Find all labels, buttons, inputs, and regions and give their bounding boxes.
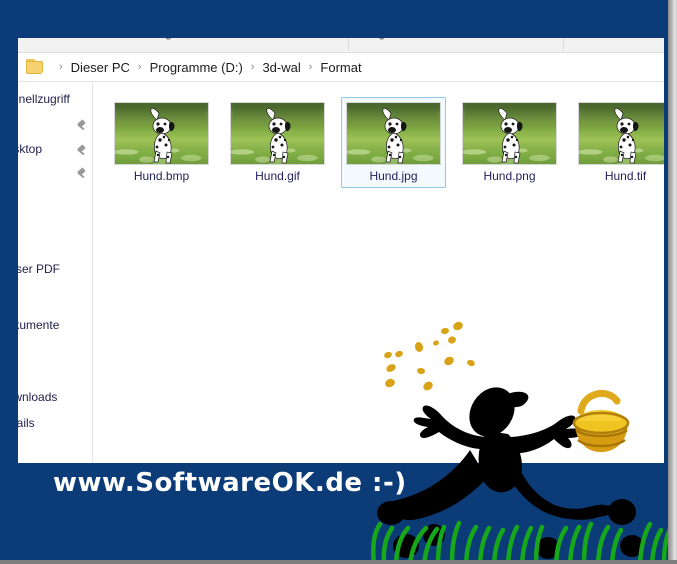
explorer-body: Schnellzugriff Desktop Dieser PDF Dokume… — [18, 82, 664, 463]
file-label: Hund.jpg — [369, 169, 418, 183]
sidebar-item-desktop[interactable]: Desktop — [18, 142, 42, 156]
sidebar-item-dieser-pdf[interactable]: Dieser PDF — [18, 262, 60, 276]
dog-thumbnail-graphic — [381, 107, 406, 164]
dog-thumbnail-graphic — [149, 107, 174, 164]
file-label: Hund.bmp — [133, 169, 190, 183]
file-item-hund-tif[interactable]: Hund.tif — [573, 97, 664, 188]
file-item-hund-gif[interactable]: Hund.gif — [225, 97, 330, 188]
file-item-hund-jpg[interactable]: Hund.jpg — [341, 97, 446, 188]
ribbon-group-organize[interactable]: Organisieren — [318, 38, 478, 40]
ribbon-separator — [348, 38, 349, 51]
pin-icon[interactable] — [76, 120, 88, 132]
thumbnail-image — [230, 102, 325, 165]
sidebar-item-downloads[interactable]: Downloads — [18, 390, 57, 404]
breadcrumb-item-programme[interactable]: Programme (D:) — [149, 60, 244, 75]
file-list-pane[interactable]: Hund.bmp Hund.gif Hund.jpg Hund.png Hund… — [93, 82, 664, 463]
ribbon-group-strip: Zwischenablage Organisieren Neu — [18, 38, 664, 53]
dog-thumbnail-graphic — [613, 107, 638, 164]
breadcrumb[interactable]: › Dieser PC › Programme (D:) › 3d-wal › … — [18, 53, 664, 82]
dog-thumbnail-graphic — [265, 107, 290, 164]
navigation-pane: Schnellzugriff Desktop Dieser PDF Dokume… — [18, 82, 93, 463]
file-label: Hund.gif — [255, 169, 300, 183]
sidebar-item-schnellzugriff[interactable]: Schnellzugriff — [18, 92, 70, 106]
watermark-text: www.SoftwareOK.de :-) — [53, 468, 407, 498]
breadcrumb-separator: › — [250, 61, 255, 73]
thumbnail-image — [346, 102, 441, 165]
flower-silhouettes — [377, 499, 644, 559]
file-label: Hund.tif — [604, 169, 647, 183]
ribbon-group-new[interactable]: Neu — [573, 38, 633, 40]
sidebar-item-details[interactable]: Details — [18, 416, 35, 430]
ribbon-group-clipboard[interactable]: Zwischenablage — [58, 38, 218, 40]
file-label: Hund.png — [483, 169, 536, 183]
window-frame-right-edge — [668, 0, 677, 564]
pin-icon[interactable] — [76, 145, 88, 157]
window-frame-bottom-edge — [0, 560, 677, 564]
dog-thumbnail-graphic — [497, 107, 522, 164]
breadcrumb-separator: › — [308, 61, 313, 73]
grass-and-flowers — [371, 499, 673, 564]
thumbnail-image — [462, 102, 557, 165]
thumbnail-image — [114, 102, 209, 165]
breadcrumb-item-format[interactable]: Format — [319, 60, 362, 75]
breadcrumb-item-dieser-pc[interactable]: Dieser PC — [70, 60, 131, 75]
breadcrumb-separator: › — [59, 61, 63, 73]
pin-icon[interactable] — [76, 168, 88, 180]
sidebar-item-dokumente[interactable]: Dokumente — [18, 318, 59, 332]
file-item-hund-bmp[interactable]: Hund.bmp — [109, 97, 214, 188]
file-item-hund-png[interactable]: Hund.png — [457, 97, 562, 188]
breadcrumb-item-3d-wal[interactable]: 3d-wal — [261, 60, 301, 75]
file-grid: Hund.bmp Hund.gif Hund.jpg Hund.png Hund… — [109, 97, 664, 188]
thumbnail-image — [578, 102, 664, 165]
ribbon-separator — [563, 38, 564, 51]
grass-blades — [371, 520, 673, 564]
breadcrumb-separator: › — [137, 61, 142, 73]
screenshot-stage: Zwischenablage Organisieren Neu › Dieser… — [0, 0, 677, 564]
folder-icon — [26, 59, 45, 75]
file-explorer-window: Zwischenablage Organisieren Neu › Dieser… — [18, 38, 664, 463]
